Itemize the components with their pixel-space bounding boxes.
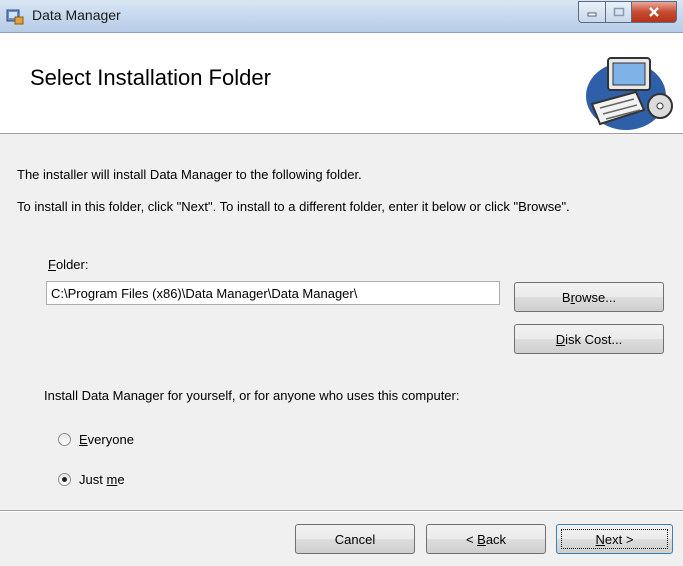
disk-cost-button-label: Disk Cost... [555,331,623,347]
close-button[interactable] [632,1,677,23]
radio-everyone-circle[interactable] [58,433,71,446]
maximize-icon [613,7,624,17]
back-button-label: < Back [465,531,507,547]
radio-everyone-label: Everyone [79,432,134,447]
disk-cost-button[interactable]: Disk Cost... [514,324,664,354]
radio-everyone[interactable]: Everyone [58,432,134,447]
back-button[interactable]: < Back [426,524,546,554]
browse-button[interactable]: Browse... [514,282,664,312]
browse-button-label: Browse... [561,289,617,305]
next-button[interactable]: Next > [556,524,673,554]
radio-just-me[interactable]: Just me [58,472,125,487]
page-title: Select Installation Folder [30,65,271,90]
folder-label-mnemonic: F [48,257,56,272]
folder-label: Folder: [48,257,88,272]
footer-divider [0,510,683,512]
install-for-prompt: Install Data Manager for yourself, or fo… [44,388,460,403]
maximize-button[interactable] [606,1,632,23]
radio-just-me-circle[interactable] [58,473,71,486]
minimize-button[interactable] [578,1,606,23]
next-focus-ring [561,529,668,549]
title-bar[interactable]: Data Manager [0,0,683,33]
cancel-button-label: Cancel [334,531,376,547]
instruction-text: To install in this folder, click "Next".… [17,199,570,214]
radio-just-me-label: Just me [79,472,125,487]
intro-text: The installer will install Data Manager … [17,167,362,182]
minimize-icon [587,12,597,17]
close-icon [649,7,659,17]
folder-label-text: older: [55,257,89,272]
cancel-button[interactable]: Cancel [295,524,415,554]
window-controls [578,1,677,23]
dialog-header: Select Installation Folder [0,33,683,134]
computer-cd-icon [586,57,673,130]
folder-path-input[interactable] [46,281,500,305]
installer-app-icon [6,9,24,25]
window-title: Data Manager [32,7,121,23]
